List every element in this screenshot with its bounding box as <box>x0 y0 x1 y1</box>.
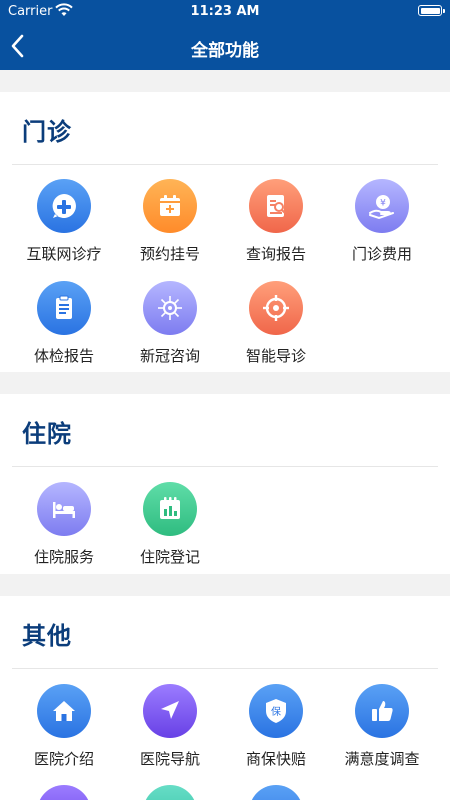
section-other: 其他 医院介绍 医院导航 保 商保快赔 满意度调查 <box>0 596 450 800</box>
section-title: 住院 <box>22 420 72 448</box>
nav-header: Carrier 11:23 AM 全部功能 <box>0 0 450 70</box>
feature-label: 商保快赔 <box>245 750 306 768</box>
status-bar: Carrier 11:23 AM <box>0 0 450 22</box>
feature-outpatient-fee[interactable]: ¥ 门诊费用 <box>330 179 434 275</box>
feature-label: 预约挂号 <box>139 245 200 263</box>
feature-covid-consult[interactable]: 新冠咨询 <box>118 281 222 377</box>
yuan-hand-icon: ¥ <box>355 179 409 233</box>
svg-text:¥: ¥ <box>380 199 386 209</box>
feature-label: 体检报告 <box>33 347 94 365</box>
page-title: 全部功能 <box>191 41 259 61</box>
partial-icon <box>143 785 197 800</box>
navigation-arrow-icon <box>143 684 197 738</box>
clipboard-icon <box>37 281 91 335</box>
hospital-bed-icon <box>37 482 91 536</box>
feature-label: 互联网诊疗 <box>26 245 102 263</box>
section-divider <box>12 164 438 165</box>
partial-icon <box>249 785 303 800</box>
section-outpatient: 门诊 互联网诊疗 预约挂号 查询报告 ¥ 门诊费用 体检报告 新冠咨询 智能导诊 <box>0 92 450 372</box>
calendar-chart-icon <box>143 482 197 536</box>
feature-online-consult[interactable]: 互联网诊疗 <box>12 179 116 275</box>
feature-hospital-navigation[interactable]: 医院导航 <box>118 684 222 780</box>
feature-inpatient-service[interactable]: 住院服务 <box>12 482 116 578</box>
feature-hospital-intro[interactable]: 医院介绍 <box>12 684 116 780</box>
feature-insurance-claim[interactable]: 保 商保快赔 <box>224 684 328 780</box>
svg-text:保: 保 <box>271 705 281 718</box>
calendar-plus-icon <box>143 179 197 233</box>
partial-icon <box>37 785 91 800</box>
feature-smart-triage[interactable]: 智能导诊 <box>224 281 328 377</box>
feature-label: 住院服务 <box>33 548 94 566</box>
battery-icon <box>418 5 445 16</box>
feature-label: 新冠咨询 <box>139 347 200 365</box>
feature-satisfaction-survey[interactable]: 满意度调查 <box>330 684 434 780</box>
feature-label: 住院登记 <box>139 548 200 566</box>
status-time: 11:23 AM <box>190 4 260 19</box>
home-icon <box>37 684 91 738</box>
feature-label: 医院介绍 <box>33 750 94 768</box>
feature-inpatient-registration[interactable]: 住院登记 <box>118 482 222 578</box>
virus-icon <box>143 281 197 335</box>
section-divider <box>12 668 438 669</box>
feature-label: 门诊费用 <box>351 245 412 263</box>
plus-chat-icon <box>37 179 91 233</box>
feature-appointment[interactable]: 预约挂号 <box>118 179 222 275</box>
feature-physical-exam-report[interactable]: 体检报告 <box>12 281 116 377</box>
feature-query-report[interactable]: 查询报告 <box>224 179 328 275</box>
report-search-icon <box>249 179 303 233</box>
thumbs-up-icon <box>355 684 409 738</box>
feature-label: 满意度调查 <box>344 750 420 768</box>
feature-label: 智能导诊 <box>245 347 306 365</box>
feature-label: 医院导航 <box>139 750 200 768</box>
section-inpatient: 住院 住院服务 住院登记 <box>0 394 450 574</box>
section-divider <box>12 466 438 467</box>
section-title: 门诊 <box>22 118 72 146</box>
section-title: 其他 <box>22 622 72 650</box>
insurance-shield-icon: 保 <box>249 684 303 738</box>
target-icon <box>249 281 303 335</box>
feature-label: 查询报告 <box>245 245 306 263</box>
